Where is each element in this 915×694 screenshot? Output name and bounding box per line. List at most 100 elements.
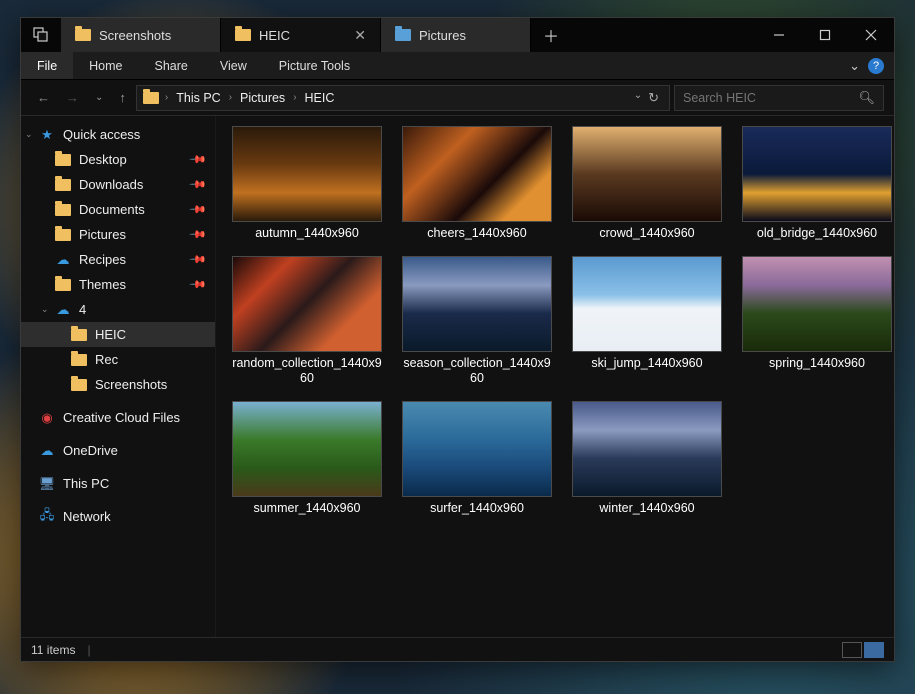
file-name: spring_1440x960 bbox=[769, 356, 865, 372]
ribbon-share[interactable]: Share bbox=[139, 52, 204, 79]
chevron-right-icon[interactable]: › bbox=[165, 92, 168, 103]
crumb-pictures[interactable]: Pictures bbox=[236, 91, 289, 105]
file-item[interactable]: cheers_1440x960 bbox=[400, 126, 554, 242]
content-area[interactable]: autumn_1440x960 cheers_1440x960crowd_1440… bbox=[216, 116, 894, 637]
details-view-button[interactable] bbox=[842, 642, 862, 658]
breadcrumb-dropdown-icon[interactable]: ⌄ bbox=[634, 90, 642, 106]
thumbnail bbox=[232, 401, 382, 497]
help-icon[interactable]: ? bbox=[868, 58, 884, 74]
file-item[interactable]: winter_1440x960 bbox=[570, 401, 724, 517]
pin-icon: 📌 bbox=[189, 250, 208, 269]
file-item[interactable]: ski_jump_1440x960 bbox=[570, 256, 724, 387]
sidebar-item-themes[interactable]: Themes📌 bbox=[21, 272, 215, 297]
sidebar-item-screenshots[interactable]: Screenshots bbox=[21, 372, 215, 397]
chevron-right-icon[interactable]: › bbox=[293, 92, 296, 103]
recent-dropdown-icon[interactable]: ⌄ bbox=[89, 88, 109, 107]
tab-heic[interactable]: HEIC ✕ bbox=[221, 18, 381, 52]
back-button[interactable]: ← bbox=[31, 86, 56, 109]
ribbon-picture-tools[interactable]: Picture Tools bbox=[263, 52, 366, 79]
pin-icon: 📌 bbox=[189, 225, 208, 244]
sidebar-onedrive[interactable]: ☁ OneDrive bbox=[21, 438, 215, 463]
folder-icon bbox=[71, 328, 87, 342]
status-divider: | bbox=[87, 643, 90, 657]
file-name: autumn_1440x960 bbox=[255, 226, 359, 242]
ribbon-view[interactable]: View bbox=[204, 52, 263, 79]
sidebar-item-label: Desktop bbox=[79, 152, 127, 167]
refresh-icon[interactable]: ↻ bbox=[648, 90, 659, 106]
tab-overview-icon[interactable] bbox=[21, 18, 61, 52]
search-input[interactable] bbox=[683, 91, 858, 105]
network-icon: 🖧 bbox=[39, 510, 55, 524]
sidebar-network[interactable]: 🖧 Network bbox=[21, 504, 215, 529]
crumb-heic[interactable]: HEIC bbox=[301, 91, 339, 105]
ribbon-home[interactable]: Home bbox=[73, 52, 138, 79]
file-grid: autumn_1440x960 cheers_1440x960crowd_1440… bbox=[230, 126, 880, 517]
sidebar-quick-access[interactable]: ⌄ ★ Quick access bbox=[21, 122, 215, 147]
folder-icon bbox=[71, 353, 87, 367]
folder-icon bbox=[55, 278, 71, 292]
sidebar-item-pictures[interactable]: Pictures📌 bbox=[21, 222, 215, 247]
sidebar-item-label: Quick access bbox=[63, 127, 140, 142]
chevron-down-icon[interactable]: ⌄ bbox=[25, 129, 33, 140]
up-button[interactable]: ↑ bbox=[113, 86, 132, 109]
tab-screenshots[interactable]: Screenshots bbox=[61, 18, 221, 52]
sidebar-item-label: This PC bbox=[63, 476, 109, 491]
file-item[interactable]: summer_1440x960 bbox=[230, 401, 384, 517]
tab-pictures[interactable]: Pictures bbox=[381, 18, 531, 52]
ribbon: File Home Share View Picture Tools ⌄ ? bbox=[21, 52, 894, 80]
sidebar-item-documents[interactable]: Documents📌 bbox=[21, 197, 215, 222]
file-item[interactable]: surfer_1440x960 bbox=[400, 401, 554, 517]
sidebar-creative-cloud[interactable]: ◉ Creative Cloud Files bbox=[21, 405, 215, 430]
sidebar-this-pc[interactable]: 🖥 This PC bbox=[21, 471, 215, 496]
folder-icon bbox=[143, 92, 159, 104]
chevron-down-icon[interactable]: ⌄ bbox=[41, 304, 49, 315]
sidebar-item-heic[interactable]: HEIC bbox=[21, 322, 215, 347]
thumbnail bbox=[572, 401, 722, 497]
sidebar-item-desktop[interactable]: Desktop📌 bbox=[21, 147, 215, 172]
file-item[interactable]: old_bridge_1440x960 bbox=[740, 126, 894, 242]
thumbnail bbox=[742, 256, 892, 352]
pin-icon: 📌 bbox=[189, 275, 208, 294]
thumbnails-view-button[interactable] bbox=[864, 642, 884, 658]
tab-label: Screenshots bbox=[99, 28, 171, 43]
folder-icon bbox=[55, 228, 71, 242]
sidebar-item-label: Documents bbox=[79, 202, 145, 217]
ribbon-expand-icon[interactable]: ⌄ bbox=[849, 58, 860, 74]
close-icon[interactable]: ✕ bbox=[354, 27, 366, 44]
folder-icon bbox=[55, 153, 71, 167]
chevron-right-icon[interactable]: › bbox=[229, 92, 232, 103]
address-bar: ← → ⌄ ↑ › This PC › Pictures › HEIC ⌄ ↻ … bbox=[21, 80, 894, 116]
sidebar-item-downloads[interactable]: Downloads📌 bbox=[21, 172, 215, 197]
maximize-button[interactable] bbox=[802, 18, 848, 52]
file-item[interactable]: spring_1440x960 bbox=[740, 256, 894, 387]
cloud-icon: ☁ bbox=[39, 444, 55, 458]
thumbnail bbox=[402, 401, 552, 497]
folder-icon bbox=[235, 29, 251, 41]
minimize-button[interactable] bbox=[756, 18, 802, 52]
sidebar-item-label: Screenshots bbox=[95, 377, 167, 392]
close-button[interactable] bbox=[848, 18, 894, 52]
file-name: winter_1440x960 bbox=[599, 501, 694, 517]
tab-label: Pictures bbox=[419, 28, 466, 43]
file-menu[interactable]: File bbox=[21, 52, 73, 79]
sidebar-item-recipes[interactable]: ☁Recipes📌 bbox=[21, 247, 215, 272]
sidebar-recent-group[interactable]: ⌄ ☁ 4 bbox=[21, 297, 215, 322]
cloud-icon: ☁ bbox=[55, 253, 71, 267]
sidebar-item-label: Rec bbox=[95, 352, 118, 367]
file-item[interactable]: crowd_1440x960 bbox=[570, 126, 724, 242]
thumbnail bbox=[572, 126, 722, 222]
file-item[interactable]: autumn_1440x960 bbox=[230, 126, 384, 242]
file-item[interactable]: random_collection_1440x960 bbox=[230, 256, 384, 387]
search-icon[interactable]: 🔍︎ bbox=[858, 90, 875, 106]
sidebar-item-rec[interactable]: Rec bbox=[21, 347, 215, 372]
search-box[interactable]: 🔍︎ bbox=[674, 85, 884, 111]
sidebar-item-label: HEIC bbox=[95, 327, 126, 342]
file-explorer-window: Screenshots HEIC ✕ Pictures ＋ File Home … bbox=[20, 17, 895, 662]
crumb-this-pc[interactable]: This PC bbox=[172, 91, 224, 105]
breadcrumb[interactable]: › This PC › Pictures › HEIC ⌄ ↻ bbox=[136, 85, 670, 111]
pc-icon: 🖥 bbox=[39, 477, 55, 491]
cloud-icon: ☁ bbox=[55, 303, 71, 317]
new-tab-button[interactable]: ＋ bbox=[531, 18, 571, 52]
file-item[interactable]: season_collection_1440x960 bbox=[400, 256, 554, 387]
forward-button[interactable]: → bbox=[60, 86, 85, 109]
